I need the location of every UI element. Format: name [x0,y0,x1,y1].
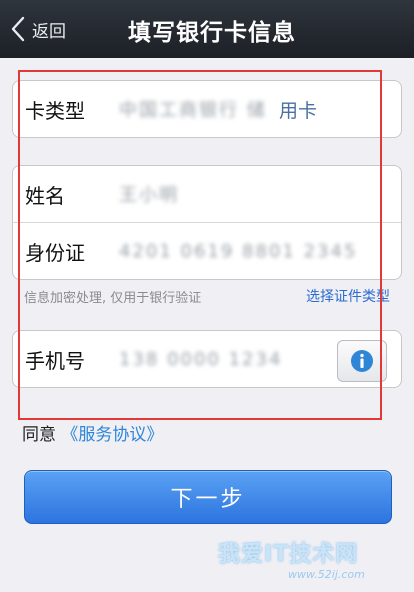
watermark-main: 我爱IT技术网 [218,542,359,567]
phone-row: 手机号 138 0000 1234 [13,331,401,387]
agree-prefix: 同意 [22,425,56,445]
navigation-bar: 返回 填写银行卡信息 [0,0,414,58]
identity-group: 姓名 王小明 身份证 4201 0619 8801 2345 [12,165,402,280]
id-number-label: 身份证 [25,240,85,265]
name-row: 姓名 王小明 [13,166,401,222]
name-value[interactable]: 王小明 [119,181,179,207]
watermark-sub: www.52ij.com [288,568,365,581]
agreement: 同意 《服务协议》 [22,420,163,445]
phone-group: 手机号 138 0000 1234 [12,330,402,388]
card-type-group: 卡类型 中国工商银行 储 用卡 [12,80,402,138]
page-title: 填写银行卡信息 [128,20,296,46]
card-type-value: 中国工商银行 储 [119,100,267,121]
service-agreement-link[interactable]: 《服务协议》 [61,425,163,445]
id-number-row: 身份证 4201 0619 8801 2345 [13,222,401,279]
phone-info-button[interactable] [337,340,387,382]
card-type-suffix: 用卡 [279,99,318,122]
name-label: 姓名 [25,183,65,208]
watermark: 我爱IT技术网 www.52ij.com [200,528,414,592]
phone-label: 手机号 [25,348,85,373]
card-type-label: 卡类型 [25,98,85,123]
id-number-value[interactable]: 4201 0619 8801 2345 [119,241,357,262]
card-type-row[interactable]: 卡类型 中国工商银行 储 用卡 [13,81,401,137]
encryption-hint: 信息加密处理, 仅用于银行验证 [24,291,202,306]
select-id-type-link[interactable]: 选择证件类型 [306,286,390,306]
next-step-button[interactable]: 下一步 [24,470,392,524]
phone-value[interactable]: 138 0000 1234 [119,349,282,370]
info-icon [351,350,373,372]
